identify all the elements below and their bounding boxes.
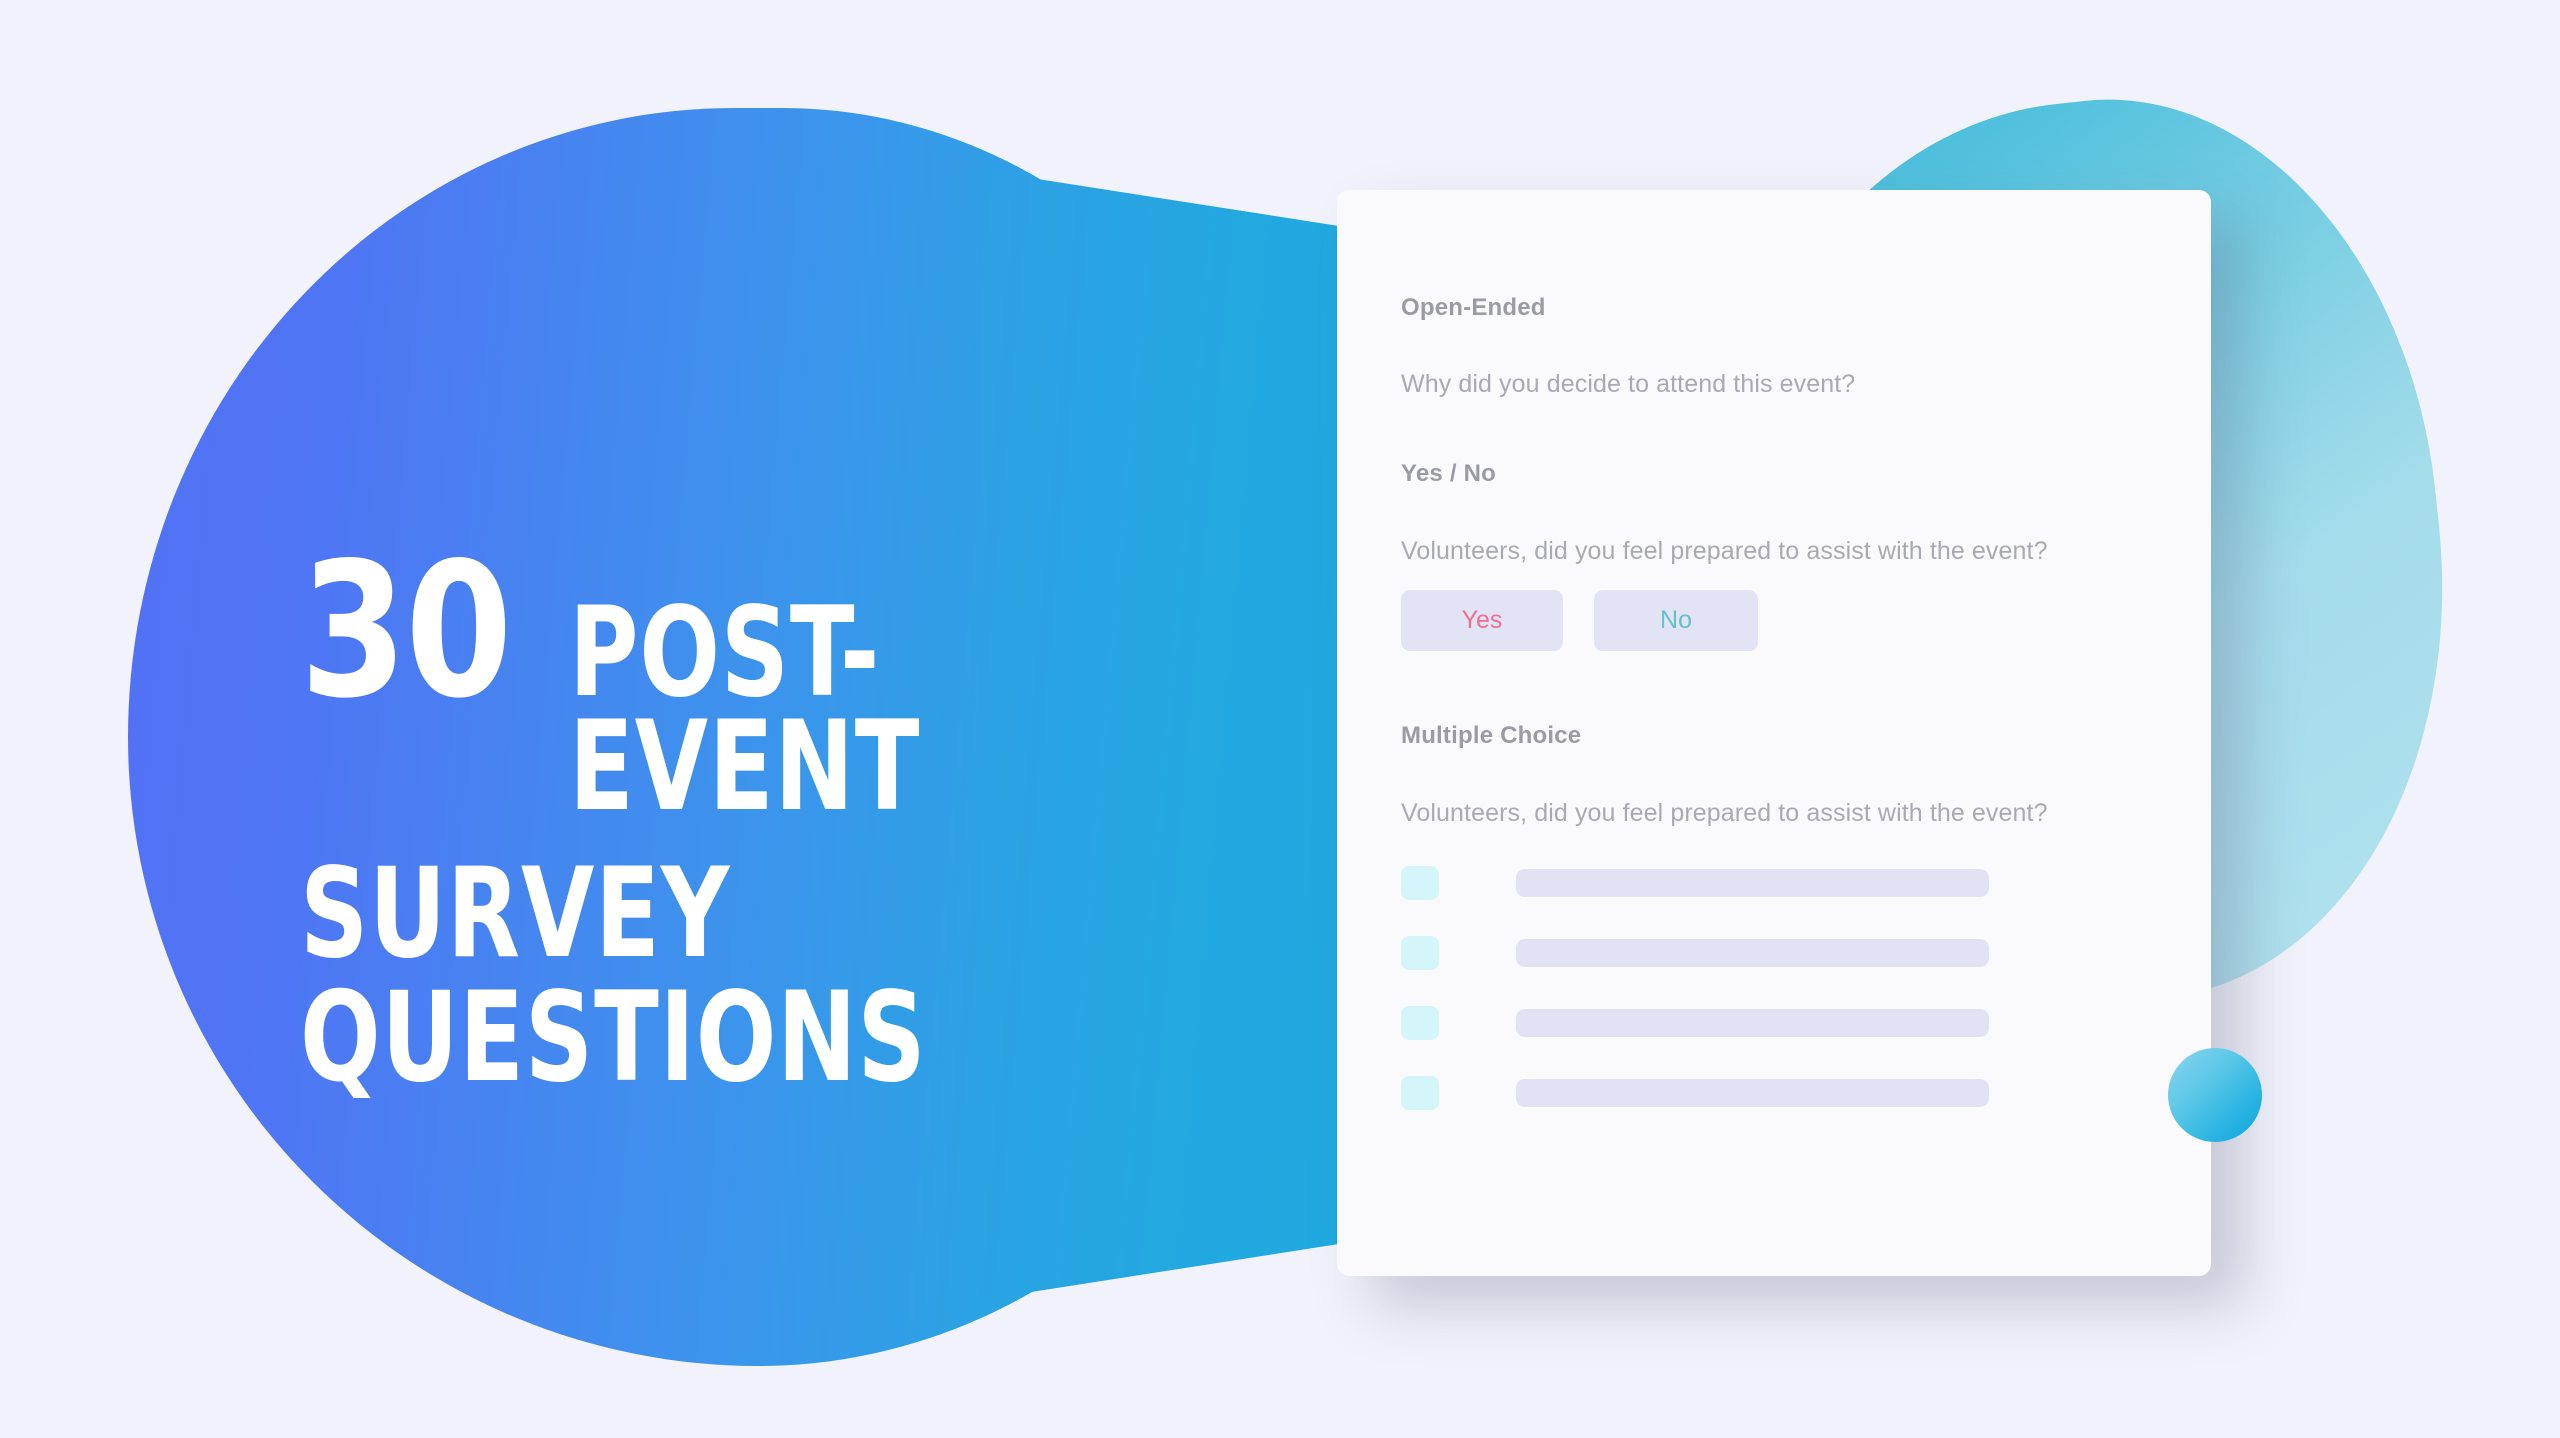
question-yes-no: Volunteers, did you feel prepared to ass… — [1401, 537, 2048, 565]
hero-title-group: 30 POST-EVENT SURVEY QUESTIONS — [300, 522, 1310, 1111]
yes-button-label: Yes — [1461, 606, 1503, 634]
checkbox-icon[interactable] — [1401, 936, 1439, 970]
multiple-choice-option-list — [1401, 866, 2211, 1110]
section-label-multiple-choice: Multiple Choice — [1401, 722, 1582, 749]
survey-card-content: Open-Ended Why did you decide to attend … — [1337, 190, 2211, 1110]
section-open-ended: Open-Ended Why did you decide to attend … — [1401, 294, 2211, 399]
checkbox-icon[interactable] — [1401, 1006, 1439, 1040]
section-yes-no: Yes / No Volunteers, did you feel prepar… — [1401, 460, 2211, 651]
yes-button[interactable]: Yes — [1401, 590, 1563, 651]
poster-canvas: 30 POST-EVENT SURVEY QUESTIONS Open-Ende… — [0, 0, 2560, 1438]
no-button-label: No — [1660, 606, 1692, 634]
teal-gradient-circle-decoration — [2168, 1048, 2262, 1142]
checkbox-icon[interactable] — [1401, 1076, 1439, 1110]
option-placeholder-bar — [1516, 1079, 1989, 1107]
checkbox-icon[interactable] — [1401, 866, 1439, 900]
question-multiple-choice: Volunteers, did you feel prepared to ass… — [1401, 799, 2048, 827]
question-open-ended: Why did you decide to attend this event? — [1401, 370, 1856, 398]
option-placeholder-bar — [1516, 869, 1989, 897]
option-placeholder-bar — [1516, 1009, 1989, 1037]
question-count: 30 — [300, 522, 512, 739]
hero-headline-line-2: SURVEY QUESTIONS — [300, 842, 927, 1111]
section-label-yes-no: Yes / No — [1401, 460, 1496, 487]
yes-no-answer-row: Yes No — [1401, 590, 2211, 651]
list-item[interactable] — [1401, 1076, 2211, 1110]
section-multiple-choice: Multiple Choice Volunteers, did you feel… — [1401, 722, 2211, 1110]
list-item[interactable] — [1401, 866, 2211, 900]
list-item[interactable] — [1401, 1006, 2211, 1040]
no-button[interactable]: No — [1594, 590, 1758, 651]
hero-first-line: 30 POST-EVENT — [300, 522, 1310, 840]
section-label-open-ended: Open-Ended — [1401, 294, 1546, 321]
option-placeholder-bar — [1516, 939, 1989, 967]
survey-preview-card: Open-Ended Why did you decide to attend … — [1337, 190, 2211, 1276]
list-item[interactable] — [1401, 936, 2211, 970]
hero-headline-line-1: POST-EVENT — [568, 581, 921, 840]
